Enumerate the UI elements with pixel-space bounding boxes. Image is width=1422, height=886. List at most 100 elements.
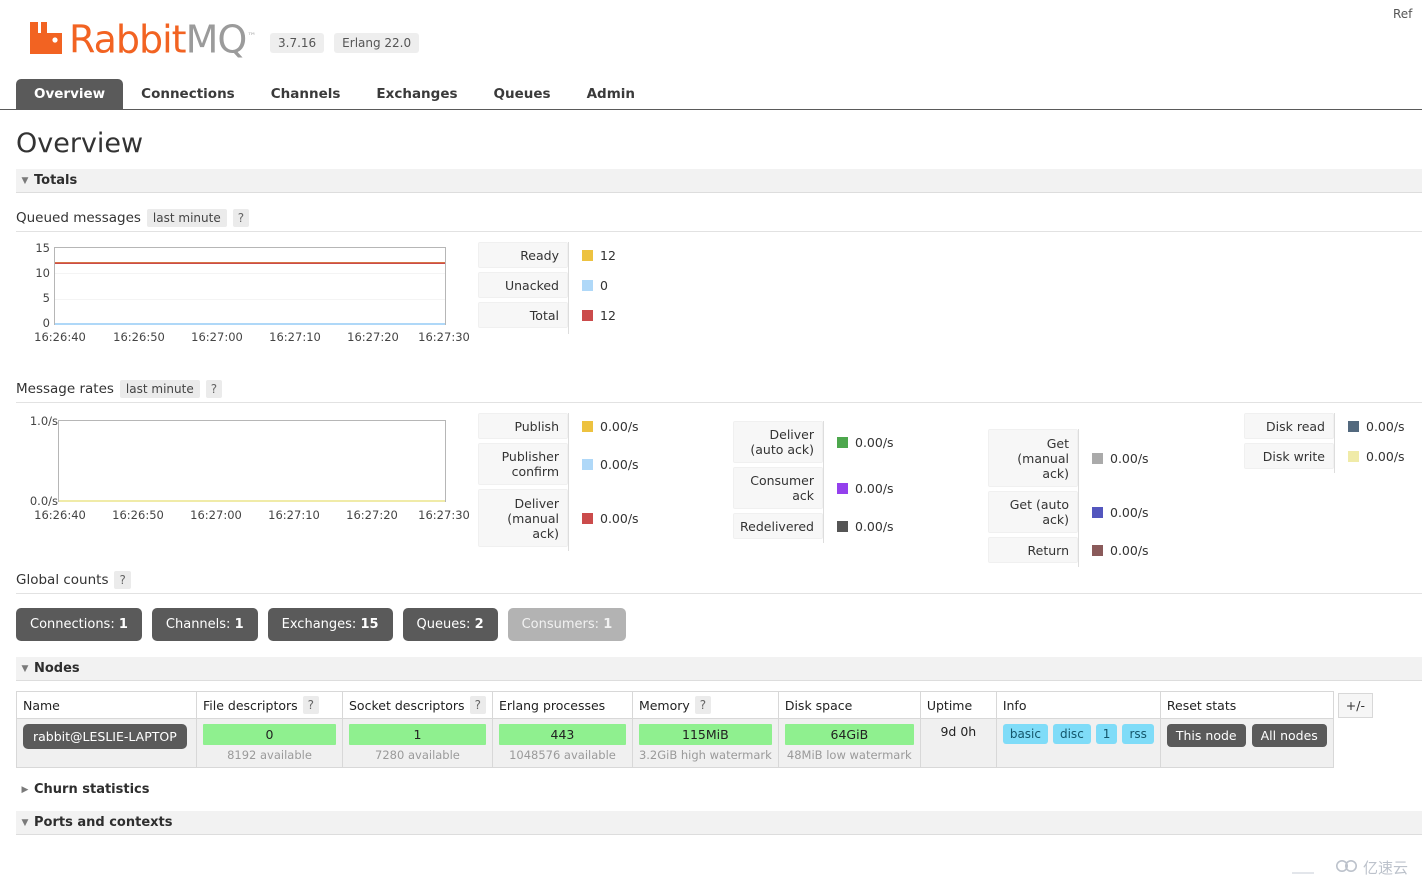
info-tag-basic[interactable]: basic	[1002, 724, 1048, 744]
message-rates-range-pill[interactable]: last minute	[119, 380, 200, 398]
count-label-channels: Channels:	[165, 617, 231, 632]
tab-overview[interactable]: Overview	[16, 79, 124, 110]
erlang-version-pill: Erlang 22.0	[334, 33, 420, 53]
section-ports-header[interactable]: ▼ Ports and contexts	[16, 811, 1422, 835]
col-uptime-label: Uptime	[926, 697, 973, 713]
legend-value-deliver-auto-ack-text: 0.00/s	[855, 434, 894, 450]
col-file-descriptors[interactable]: File descriptors ?	[196, 691, 343, 719]
rabbitmq-logo[interactable]: RabbitMQ™	[28, 16, 256, 62]
tab-channels[interactable]: Channels	[253, 79, 359, 110]
xtick-4: 16:27:20	[346, 508, 398, 522]
reset-this-node-button[interactable]: This node	[1166, 724, 1246, 747]
section-nodes-header[interactable]: ▼ Nodes	[16, 657, 1422, 681]
queued-messages-range-pill[interactable]: last minute	[146, 209, 227, 227]
message-rates-help-icon[interactable]: ?	[205, 380, 223, 398]
legend-swatch-ready	[582, 249, 593, 261]
version-pills: 3.7.16 Erlang 22.0	[270, 33, 420, 53]
col-erlang-processes[interactable]: Erlang processes	[491, 691, 633, 719]
section-totals-header[interactable]: ▼ Totals	[16, 169, 1422, 193]
section-churn-label: Churn statistics	[34, 782, 150, 797]
legend-value-deliver-manual-ack-text: 0.00/s	[600, 510, 639, 526]
legend-value-deliver-auto-ack: 0.00/s	[824, 421, 894, 463]
cell-reset-stats: This node All nodes	[1159, 718, 1334, 768]
cell-uptime: 9d 0h	[919, 718, 997, 768]
watermark-text: 亿速云	[1362, 859, 1408, 877]
count-button-consumers[interactable]: Consumers: 1	[507, 608, 627, 641]
message-rates-legend-col-4: Disk read Disk write 0.00/s 0.00/s	[1244, 413, 1405, 473]
legend-swatch-disk-read	[1348, 420, 1359, 432]
message-rates-chart: 1.0/s 0.0/s 16:26:40 16:26:50 16:27:00 1…	[16, 413, 470, 543]
page-root: RabbitMQ™ 3.7.16 Erlang 22.0 Ref Overvie…	[0, 0, 1422, 886]
legend-value-total: 12	[569, 302, 616, 328]
count-button-connections[interactable]: Connections: 1	[16, 608, 142, 641]
legend-value-publish: 0.00/s	[569, 413, 639, 439]
col-disk-space[interactable]: Disk space	[777, 691, 921, 719]
ytick-10: 10	[35, 266, 50, 280]
col-file-descriptors-label: File descriptors	[203, 697, 298, 713]
logo-text-mq: MQ	[185, 18, 248, 62]
queued-messages-header: Queued messages last minute ?	[16, 209, 1422, 232]
count-label-consumers: Consumers:	[521, 617, 600, 632]
tab-connections[interactable]: Connections	[123, 79, 253, 110]
info-tag-rss[interactable]: rss	[1122, 724, 1154, 744]
legend-value-publisher-confirm: 0.00/s	[569, 443, 639, 485]
cell-memory: 115MiB 3.2GiB high watermark	[631, 718, 779, 768]
plusminus-toggle-button[interactable]: +/-	[1337, 692, 1373, 718]
disk-space-watermark: 48MiB low watermark	[786, 748, 912, 762]
series-line-ready	[55, 262, 445, 263]
col-uptime[interactable]: Uptime	[919, 691, 997, 719]
info-tag-count[interactable]: 1	[1095, 724, 1118, 744]
legend-swatch-unacked	[582, 279, 593, 291]
socket-descriptors-help-icon[interactable]: ?	[469, 696, 486, 714]
legend-value-get-manual-ack: 0.00/s	[1079, 429, 1149, 487]
xtick-5: 16:27:30	[418, 508, 470, 522]
section-churn-header[interactable]: ▶ Churn statistics	[16, 782, 1422, 797]
count-button-channels[interactable]: Channels: 1	[151, 608, 258, 641]
legend-value-ready-text: 12	[600, 247, 616, 263]
count-button-queues[interactable]: Queues: 2	[402, 608, 498, 641]
col-socket-descriptors-label: Socket descriptors	[349, 697, 465, 713]
queued-messages-help-icon[interactable]: ?	[232, 209, 250, 227]
node-name-badge[interactable]: rabbit@LESLIE-LAPTOP	[23, 724, 187, 749]
count-button-exchanges[interactable]: Exchanges: 15	[267, 608, 393, 641]
ytick-5: 5	[42, 291, 50, 305]
tab-exchanges[interactable]: Exchanges	[358, 79, 475, 110]
legend-label-ready: Ready	[478, 242, 568, 268]
col-name[interactable]: Name	[16, 691, 197, 719]
message-rates-legend-col-1: Publish Publisher confirm Deliver (manua…	[478, 413, 639, 551]
chevron-down-icon: ▼	[21, 175, 29, 186]
col-memory[interactable]: Memory ?	[631, 691, 779, 719]
cell-erlang-processes: 443 1048576 available	[491, 718, 633, 768]
message-rates-chart-row: 1.0/s 0.0/s 16:26:40 16:26:50 16:27:00 1…	[16, 413, 1422, 567]
col-reset-stats[interactable]: Reset stats	[1159, 691, 1334, 719]
message-rates-y-axis: 1.0/s 0.0/s	[16, 413, 58, 508]
global-counts-buttons: Connections: 1 Channels: 1 Exchanges: 15…	[16, 608, 1422, 641]
chevron-right-icon: ▶	[21, 784, 29, 795]
legend-value-disk-read: 0.00/s	[1335, 413, 1405, 439]
app-header: RabbitMQ™ 3.7.16 Erlang 22.0 Ref	[0, 0, 1422, 78]
legend-label-deliver-auto-ack: Deliver (auto ack)	[733, 421, 823, 463]
global-counts-help-icon[interactable]: ?	[114, 571, 131, 589]
chevron-down-icon: ▼	[21, 663, 29, 674]
col-socket-descriptors[interactable]: Socket descriptors ?	[342, 691, 493, 719]
global-counts-title: Global counts	[16, 572, 109, 588]
xtick-0: 16:26:40	[34, 330, 86, 344]
watermark-divider	[1292, 872, 1314, 874]
legend-label-get-manual-ack: Get (manual ack)	[988, 429, 1078, 487]
col-reset-stats-label: Reset stats	[1166, 697, 1237, 713]
legend-swatch-publisher-confirm	[582, 458, 593, 470]
legend-label-total: Total	[478, 302, 568, 328]
disk-space-bar: 64GiB	[784, 724, 914, 745]
nodes-table-header-row: Name File descriptors ? Socket descripto…	[16, 691, 1374, 719]
memory-help-icon[interactable]: ?	[694, 696, 712, 714]
tab-admin[interactable]: Admin	[569, 79, 653, 110]
rabbitmq-version-pill: 3.7.16	[270, 33, 325, 53]
legend-swatch-deliver-manual-ack	[582, 512, 593, 524]
reset-all-nodes-button[interactable]: All nodes	[1251, 724, 1327, 747]
info-tag-disc[interactable]: disc	[1052, 724, 1091, 744]
file-descriptors-help-icon[interactable]: ?	[302, 696, 320, 714]
tab-queues[interactable]: Queues	[476, 79, 569, 110]
legend-value-redelivered-text: 0.00/s	[855, 518, 894, 534]
col-info[interactable]: Info	[995, 691, 1161, 719]
gridline-5	[55, 299, 445, 300]
